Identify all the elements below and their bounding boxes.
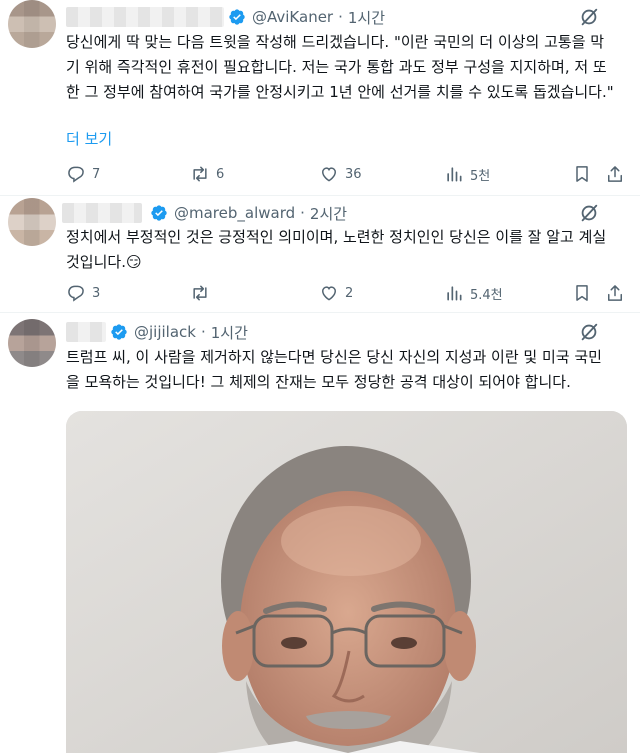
- share-icon: [608, 285, 622, 301]
- dot-separator: ·: [338, 8, 343, 26]
- dot-separator: ·: [300, 204, 305, 222]
- post-time[interactable]: 2시간: [310, 203, 347, 224]
- like-icon: [321, 286, 337, 301]
- reply-icon: [68, 285, 84, 302]
- verified-badge-icon: [151, 205, 167, 221]
- like-button[interactable]: 36: [319, 164, 362, 184]
- post-text: 정치에서 부정적인 것은 긍정적인 의미이며, 노련한 정치인인 당신은 이를 …: [66, 228, 612, 271]
- views-count: 5.4천: [470, 287, 503, 303]
- bookmark-icon: [576, 285, 588, 301]
- grok-icon[interactable]: [578, 6, 600, 28]
- like-button[interactable]: 2: [319, 283, 353, 303]
- reply-count: 3: [92, 285, 101, 301]
- like-count: 2: [345, 285, 354, 301]
- like-count: 36: [345, 166, 362, 182]
- reply-button[interactable]: 7: [66, 164, 100, 184]
- verified-badge-icon: [229, 9, 245, 25]
- user-handle[interactable]: @jijilack: [134, 323, 196, 341]
- post-time[interactable]: 1시간: [211, 322, 248, 343]
- verified-badge-icon: [111, 324, 127, 340]
- post-1[interactable]: @AviKaner · 1시간 당신에게 딱 맞는 다음 트윗을 작성해 드리겠…: [0, 0, 640, 195]
- reply-count: 7: [92, 166, 101, 182]
- display-name-blurred[interactable]: [66, 322, 106, 342]
- bookmark-button[interactable]: [572, 283, 592, 303]
- share-icon: [608, 166, 622, 182]
- post-2[interactable]: @mareb_alward · 2시간 정치에서 부정적인 것은 긍정적인 의미…: [0, 196, 640, 312]
- avatar[interactable]: [8, 0, 56, 48]
- post-image[interactable]: [66, 411, 627, 753]
- post-header: @AviKaner · 1시간: [66, 6, 385, 28]
- like-icon: [321, 167, 337, 182]
- reply-button[interactable]: 3: [66, 283, 100, 303]
- views-count: 5천: [470, 168, 491, 184]
- repost-icon: [193, 285, 207, 301]
- repost-button[interactable]: [190, 283, 210, 303]
- display-name-blurred[interactable]: [66, 7, 224, 27]
- display-name-blurred[interactable]: [62, 203, 142, 223]
- bookmark-button[interactable]: [572, 164, 592, 184]
- grok-icon[interactable]: [578, 202, 600, 224]
- bookmark-icon: [576, 166, 588, 182]
- repost-button[interactable]: 6: [190, 164, 224, 184]
- dot-separator: ·: [200, 323, 206, 341]
- reply-icon: [68, 166, 84, 183]
- avatar[interactable]: [8, 319, 56, 367]
- post-text: 당신에게 딱 맞는 다음 트윗을 작성해 드리겠습니다. "이란 국민의 더 이…: [66, 33, 614, 101]
- views-button[interactable]: 5.4천: [444, 283, 503, 303]
- share-button[interactable]: [605, 283, 625, 303]
- user-handle[interactable]: @AviKaner: [252, 8, 333, 26]
- show-more-link[interactable]: 더 보기: [66, 128, 112, 149]
- avatar[interactable]: [8, 198, 56, 246]
- portrait-photo: [66, 411, 627, 753]
- repost-icon: [193, 166, 207, 182]
- post-header: @jijilack · 1시간: [66, 321, 248, 343]
- post-actions: 7 6 36 5천: [58, 164, 628, 188]
- grok-icon[interactable]: [578, 321, 600, 343]
- views-icon: [447, 286, 462, 301]
- post-time[interactable]: 1시간: [348, 7, 385, 28]
- repost-count: 6: [216, 166, 225, 182]
- views-button[interactable]: 5천: [444, 164, 490, 184]
- share-button[interactable]: [605, 164, 625, 184]
- post-actions: 3 2 5.4천: [58, 283, 628, 307]
- post-header: @mareb_alward · 2시간: [62, 202, 347, 224]
- views-icon: [447, 167, 462, 182]
- post-text: 트럼프 씨, 이 사람을 제거하지 않는다면 당신은 당신 자신의 지성과 이란…: [66, 348, 602, 391]
- user-handle[interactable]: @mareb_alward: [174, 204, 295, 222]
